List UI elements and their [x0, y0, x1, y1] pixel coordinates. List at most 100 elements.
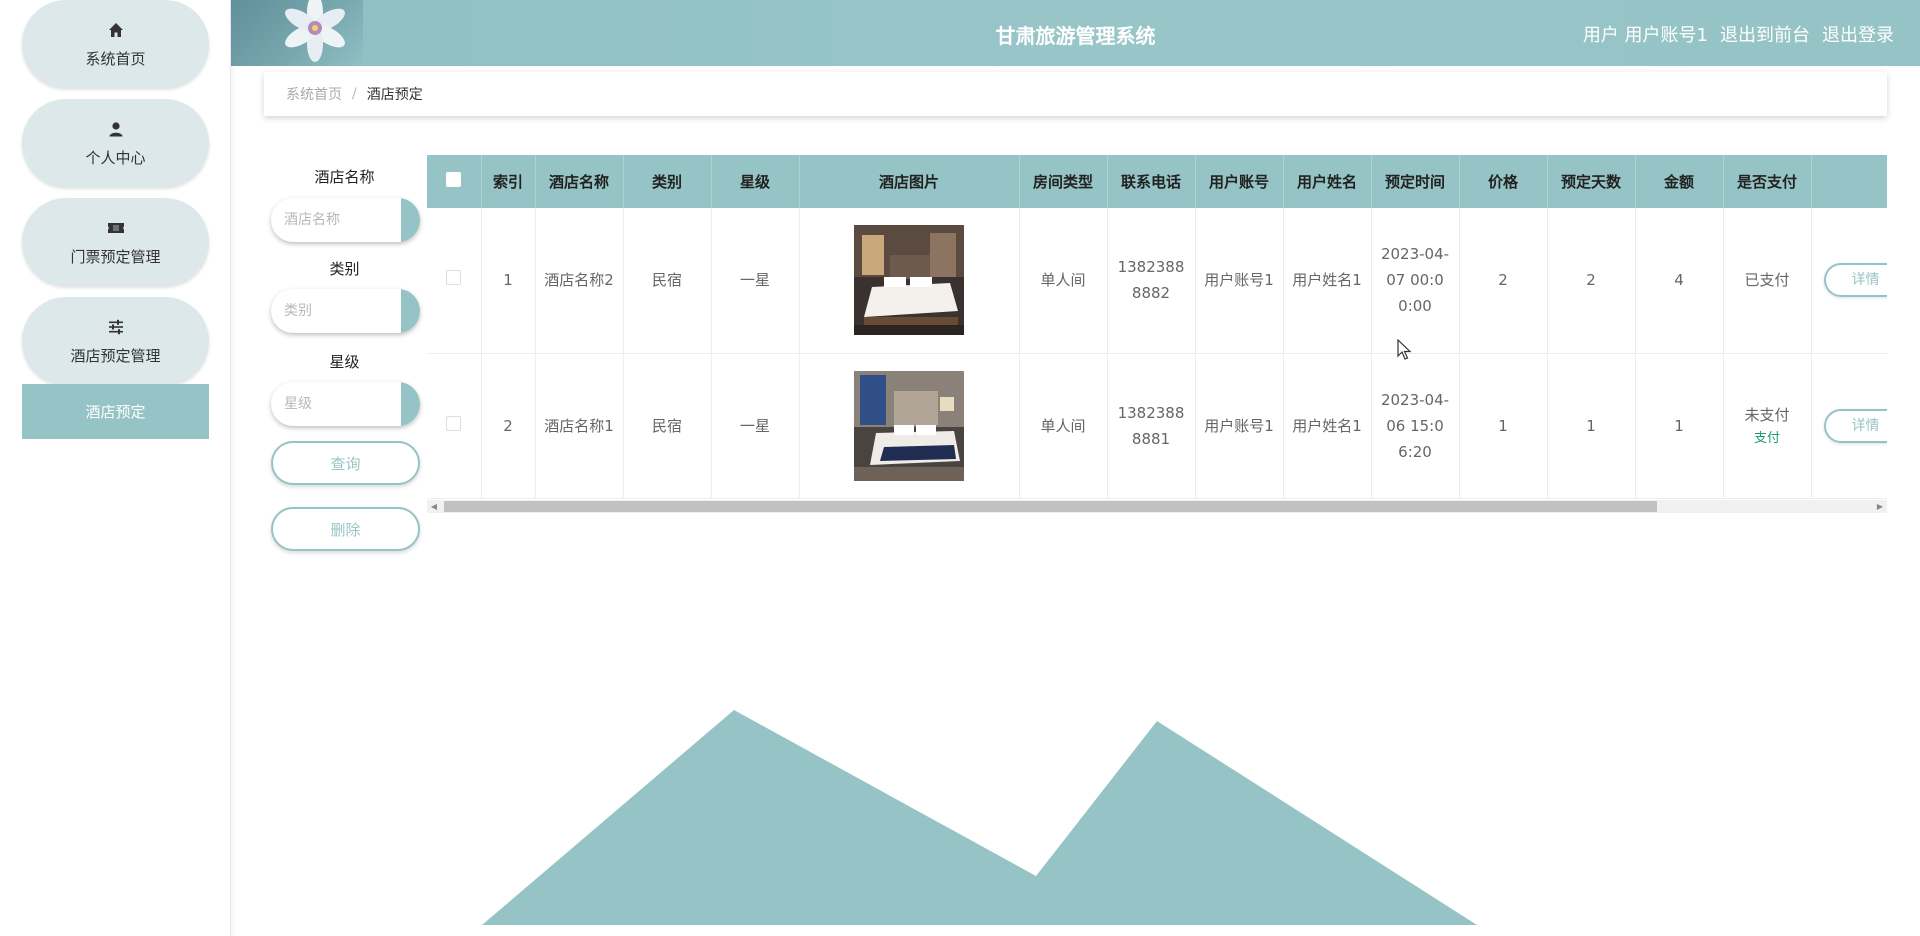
- pay-link[interactable]: 支付: [1732, 428, 1803, 450]
- column-header: 星级: [711, 155, 800, 208]
- cell-account: 用户账号1: [1195, 208, 1284, 354]
- home-icon: [106, 20, 126, 40]
- cell-days: 1: [1547, 353, 1636, 499]
- breadcrumb: 系统首页 / 酒店预定: [264, 72, 1887, 116]
- top-header: 甘肃旅游管理系统 用户 用户账号1 退出到前台 退出登录: [231, 0, 1920, 66]
- sidebar-item-hotel-booking[interactable]: 酒店预定管理: [22, 297, 209, 385]
- cell-star: 一星: [711, 353, 800, 499]
- cell-amount: 1: [1635, 353, 1724, 499]
- column-header: 价格: [1459, 155, 1548, 208]
- input-cap: [401, 289, 420, 333]
- column-header: 酒店名称: [535, 155, 624, 208]
- sidebar-item-profile[interactable]: 个人中心: [22, 99, 209, 187]
- cell-category: 民宿: [623, 353, 712, 499]
- breadcrumb-home[interactable]: 系统首页: [286, 84, 342, 104]
- cell-phone: 13823888882: [1107, 208, 1196, 354]
- select-all-checkbox[interactable]: [446, 172, 462, 187]
- column-header: 联系电话: [1107, 155, 1196, 208]
- hotel-room-image: [854, 370, 964, 481]
- hotel-name-field: [271, 198, 420, 242]
- select-all-cell: [427, 155, 482, 208]
- category-field: [271, 289, 420, 333]
- sidebar-subitem-hotel-booking[interactable]: 酒店预定: [22, 384, 209, 439]
- cell-room-type: 单人间: [1019, 353, 1108, 499]
- cell-amount: 4: [1635, 208, 1724, 354]
- cell-paid-status: 未支付 支付: [1723, 353, 1812, 499]
- star-field: [271, 382, 420, 426]
- cell-user-name: 用户姓名1: [1283, 353, 1372, 499]
- column-header: 是否支付: [1723, 155, 1812, 208]
- paid-status: 已支付: [1744, 271, 1790, 290]
- cell-index: 1: [481, 208, 536, 354]
- column-header: 房间类型: [1019, 155, 1108, 208]
- column-header: 金额: [1635, 155, 1724, 208]
- input-cap: [401, 382, 420, 426]
- cell-account: 用户账号1: [1195, 353, 1284, 499]
- sidebar-item-label: 门票预定管理: [70, 247, 161, 266]
- header-user-menu: 用户 用户账号1 退出到前台 退出登录: [1583, 21, 1894, 47]
- scrollbar-thumb[interactable]: [444, 501, 1657, 512]
- cell-star: 一星: [711, 208, 800, 354]
- booking-table: 索引 酒店名称 类别 星级 酒店图片 房间类型 联系电话 用户账号 用户姓名 预…: [427, 155, 1887, 500]
- column-header: 预定天数: [1547, 155, 1636, 208]
- breadcrumb-separator: /: [352, 86, 357, 102]
- cell-hotel-image: [799, 353, 1020, 499]
- sidebar-item-home[interactable]: 系统首页: [22, 0, 209, 88]
- cell-phone: 13823888881: [1107, 353, 1196, 499]
- cell-actions: 详情: [1811, 208, 1887, 354]
- hotel-name-input[interactable]: [271, 198, 401, 242]
- detail-button[interactable]: 详情: [1823, 408, 1887, 443]
- cell-days: 2: [1547, 208, 1636, 354]
- row-select-cell: [427, 208, 482, 354]
- column-header-actions: [1811, 155, 1887, 208]
- cell-price: 1: [1459, 353, 1548, 499]
- cell-index: 2: [481, 353, 536, 499]
- column-header: 用户姓名: [1283, 155, 1372, 208]
- row-checkbox[interactable]: [446, 270, 462, 286]
- cell-booking-time: 2023-04-06 15:06:20: [1371, 353, 1460, 499]
- column-header: 索引: [481, 155, 536, 208]
- sidebar-item-label: 系统首页: [85, 49, 146, 68]
- table-row: 1 酒店名称2 民宿 一星 单人间 13823888882 用户账号1 用户姓名…: [427, 208, 1887, 354]
- cell-user-name: 用户姓名1: [1283, 208, 1372, 354]
- column-header: 用户账号: [1195, 155, 1284, 208]
- breadcrumb-current: 酒店预定: [366, 87, 423, 103]
- sidebar-item-ticket-booking[interactable]: 门票预定管理: [22, 198, 209, 286]
- sidebar-item-label: 酒店预定管理: [70, 346, 161, 365]
- logout-link[interactable]: 退出登录: [1822, 21, 1894, 47]
- star-label: 星级: [329, 353, 360, 371]
- detail-button[interactable]: 详情: [1823, 263, 1887, 298]
- back-to-front-link[interactable]: 退出到前台: [1720, 21, 1810, 47]
- cell-paid-status: 已支付: [1723, 208, 1812, 354]
- cell-price: 2: [1459, 208, 1548, 354]
- row-checkbox[interactable]: [446, 415, 462, 431]
- cell-category: 民宿: [623, 208, 712, 354]
- input-cap: [401, 198, 420, 242]
- column-header: 预定时间: [1371, 155, 1460, 208]
- table-horizontal-scrollbar[interactable]: ◀ ▶: [427, 500, 1887, 513]
- user-role: 用户 用户账号1: [1582, 25, 1708, 46]
- table-header-row: 索引 酒店名称 类别 星级 酒店图片 房间类型 联系电话 用户账号 用户姓名 预…: [427, 155, 1887, 208]
- mouse-cursor-icon: [1397, 339, 1412, 360]
- cell-booking-time: 2023-04-07 00:00:00: [1371, 208, 1460, 354]
- scroll-left-arrow-icon[interactable]: ◀: [427, 500, 441, 513]
- category-input[interactable]: [271, 289, 401, 333]
- cell-room-type: 单人间: [1019, 208, 1108, 354]
- cell-hotel-name: 酒店名称2: [535, 208, 624, 354]
- person-icon: [106, 119, 126, 139]
- paid-status: 未支付: [1744, 405, 1790, 424]
- hotel-name-label: 酒店名称: [314, 168, 375, 186]
- cell-hotel-image: [799, 208, 1020, 354]
- sliders-icon: [106, 317, 126, 337]
- cell-hotel-name: 酒店名称1: [535, 353, 624, 499]
- category-label: 类别: [329, 260, 360, 278]
- scroll-right-arrow-icon[interactable]: ▶: [1873, 500, 1887, 513]
- column-header: 类别: [623, 155, 712, 208]
- star-input[interactable]: [271, 382, 401, 426]
- delete-button[interactable]: 删除: [271, 507, 420, 551]
- sidebar-item-label: 个人中心: [85, 148, 146, 167]
- query-button[interactable]: 查询: [271, 441, 420, 485]
- table-row: 2 酒店名称1 民宿 一星 单人间 13823888881 用户账号1 用户姓名…: [427, 353, 1887, 499]
- cell-actions: 详情: [1811, 353, 1887, 499]
- column-header: 酒店图片: [799, 155, 1020, 208]
